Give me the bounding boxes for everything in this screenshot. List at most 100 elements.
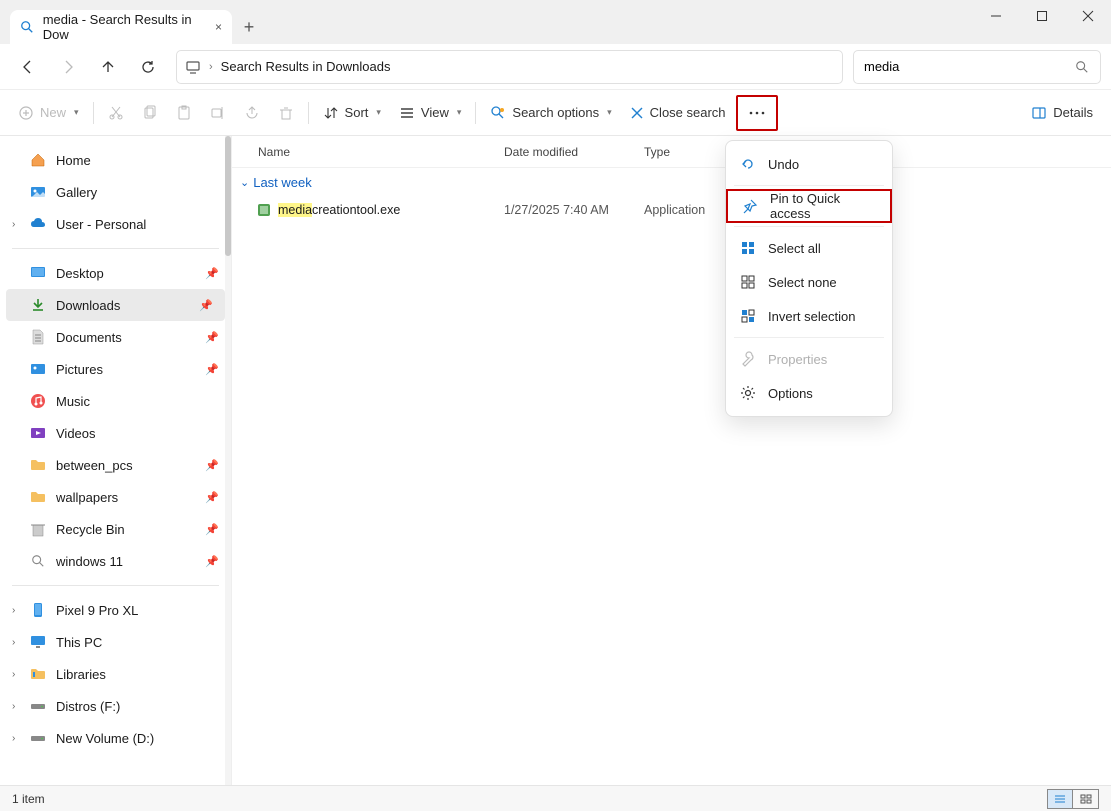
address-bar[interactable]: › Search Results in Downloads [176,50,843,84]
sidebar-item-wallpapers[interactable]: wallpapers📌 [0,481,231,513]
tab-title: media - Search Results in Dow [43,12,207,42]
menu-invert-selection[interactable]: Invert selection [726,299,892,333]
paste-button[interactable] [168,96,200,130]
libraries-icon [30,666,46,682]
pin-icon[interactable]: 📌 [205,491,219,504]
share-button[interactable] [236,96,268,130]
column-name[interactable]: Name [232,145,504,159]
sort-button[interactable]: Sort▾ [315,96,389,130]
scrollbar[interactable] [225,136,231,785]
sidebar-item-recycle[interactable]: Recycle Bin📌 [0,513,231,545]
view-button[interactable]: View▾ [391,96,469,130]
sidebar-item-distros[interactable]: ›Distros (F:) [0,690,231,722]
up-button[interactable] [90,49,126,85]
thumbnails-view-button[interactable] [1073,789,1099,809]
sidebar-item-home[interactable]: Home [0,144,231,176]
desktop-icon [30,265,46,281]
chevron-down-icon: ▾ [74,107,79,118]
menu-options[interactable]: Options [726,376,892,410]
new-button[interactable]: New▾ [10,96,87,130]
sidebar-item-videos[interactable]: Videos [0,417,231,449]
search-options-button[interactable]: Search options▾ [482,96,619,130]
download-icon [30,297,46,313]
expand-icon[interactable]: › [12,733,15,744]
separator [93,102,94,124]
cut-button[interactable] [100,96,132,130]
chevron-down-icon: ▾ [607,107,612,118]
context-menu: Undo Pin to Quick access Select all Sele… [725,140,893,417]
pictures-icon [30,361,46,377]
sidebar-item-user[interactable]: ›User - Personal [0,208,231,240]
file-date: 1/27/2025 7:40 AM [504,203,644,217]
expand-icon[interactable]: › [12,637,15,648]
pin-icon[interactable]: 📌 [205,267,219,280]
tab[interactable]: media - Search Results in Dow × [10,10,232,44]
sidebar-item-desktop[interactable]: Desktop📌 [0,257,231,289]
titlebar: media - Search Results in Dow × + [0,0,1111,44]
file-list-area: Name Date modified Type ⌄ Last week medi… [232,136,1111,785]
delete-button[interactable] [270,96,302,130]
refresh-button[interactable] [130,49,166,85]
menu-select-all[interactable]: Select all [726,231,892,265]
document-icon [30,329,46,345]
expand-icon[interactable]: › [12,605,15,616]
search-input[interactable] [864,59,1066,74]
drive-icon [30,730,46,746]
sidebar-item-pixel[interactable]: ›Pixel 9 Pro XL [0,594,231,626]
maximize-button[interactable] [1019,0,1065,32]
breadcrumb-path[interactable]: Search Results in Downloads [221,59,391,74]
navigation-pane[interactable]: Home Gallery ›User - Personal Desktop📌 D… [0,136,232,785]
menu-pin-quick-access[interactable]: Pin to Quick access [726,189,892,223]
select-all-icon [740,240,756,256]
breadcrumb-chevron-icon[interactable]: › [209,61,213,73]
sidebar-item-pictures[interactable]: Pictures📌 [0,353,231,385]
copy-button[interactable] [134,96,166,130]
forward-button[interactable] [50,49,86,85]
back-button[interactable] [10,49,46,85]
pin-icon[interactable]: 📌 [199,299,213,312]
tab-close-button[interactable]: × [215,20,222,34]
minimize-button[interactable] [973,0,1019,32]
search-icon[interactable] [1074,59,1090,75]
menu-select-none[interactable]: Select none [726,265,892,299]
expand-icon[interactable]: › [12,669,15,680]
more-button[interactable] [736,95,778,131]
details-button[interactable]: Details [1023,96,1101,130]
item-count: 1 item [12,792,45,806]
pin-icon[interactable]: 📌 [205,555,219,568]
expand-icon[interactable]: › [12,219,15,230]
status-bar: 1 item [0,785,1111,811]
new-tab-button[interactable]: + [232,10,266,44]
sidebar-item-music[interactable]: Music [0,385,231,417]
close-search-button[interactable]: Close search [622,96,734,130]
sidebar-item-libraries[interactable]: ›Libraries [0,658,231,690]
search-box[interactable] [853,50,1101,84]
expand-icon[interactable]: › [12,701,15,712]
rename-button[interactable] [202,96,234,130]
pin-icon[interactable]: 📌 [205,331,219,344]
pin-icon[interactable]: 📌 [205,363,219,376]
sidebar-item-windows11[interactable]: windows 11📌 [0,545,231,577]
home-icon [30,152,46,168]
close-button[interactable] [1065,0,1111,32]
pin-icon[interactable]: 📌 [205,523,219,536]
sidebar-item-gallery[interactable]: Gallery [0,176,231,208]
pc-icon [30,634,46,650]
sidebar-item-documents[interactable]: Documents📌 [0,321,231,353]
separator [308,102,309,124]
column-date[interactable]: Date modified [504,145,644,159]
undo-icon [740,156,756,172]
drive-icon [30,698,46,714]
sidebar-item-downloads[interactable]: Downloads📌 [6,289,225,321]
menu-divider [734,185,884,186]
scrollbar-thumb[interactable] [225,136,231,256]
group-header[interactable]: ⌄ Last week [232,168,1111,196]
sidebar-item-newvol[interactable]: ›New Volume (D:) [0,722,231,754]
menu-undo[interactable]: Undo [726,147,892,181]
file-row[interactable]: mediacreationtool.exe 1/27/2025 7:40 AM … [232,196,1111,224]
details-view-button[interactable] [1047,789,1073,809]
pin-icon[interactable]: 📌 [205,459,219,472]
sidebar-item-between-pcs[interactable]: between_pcs📌 [0,449,231,481]
gallery-icon [30,184,46,200]
sidebar-item-thispc[interactable]: ›This PC [0,626,231,658]
